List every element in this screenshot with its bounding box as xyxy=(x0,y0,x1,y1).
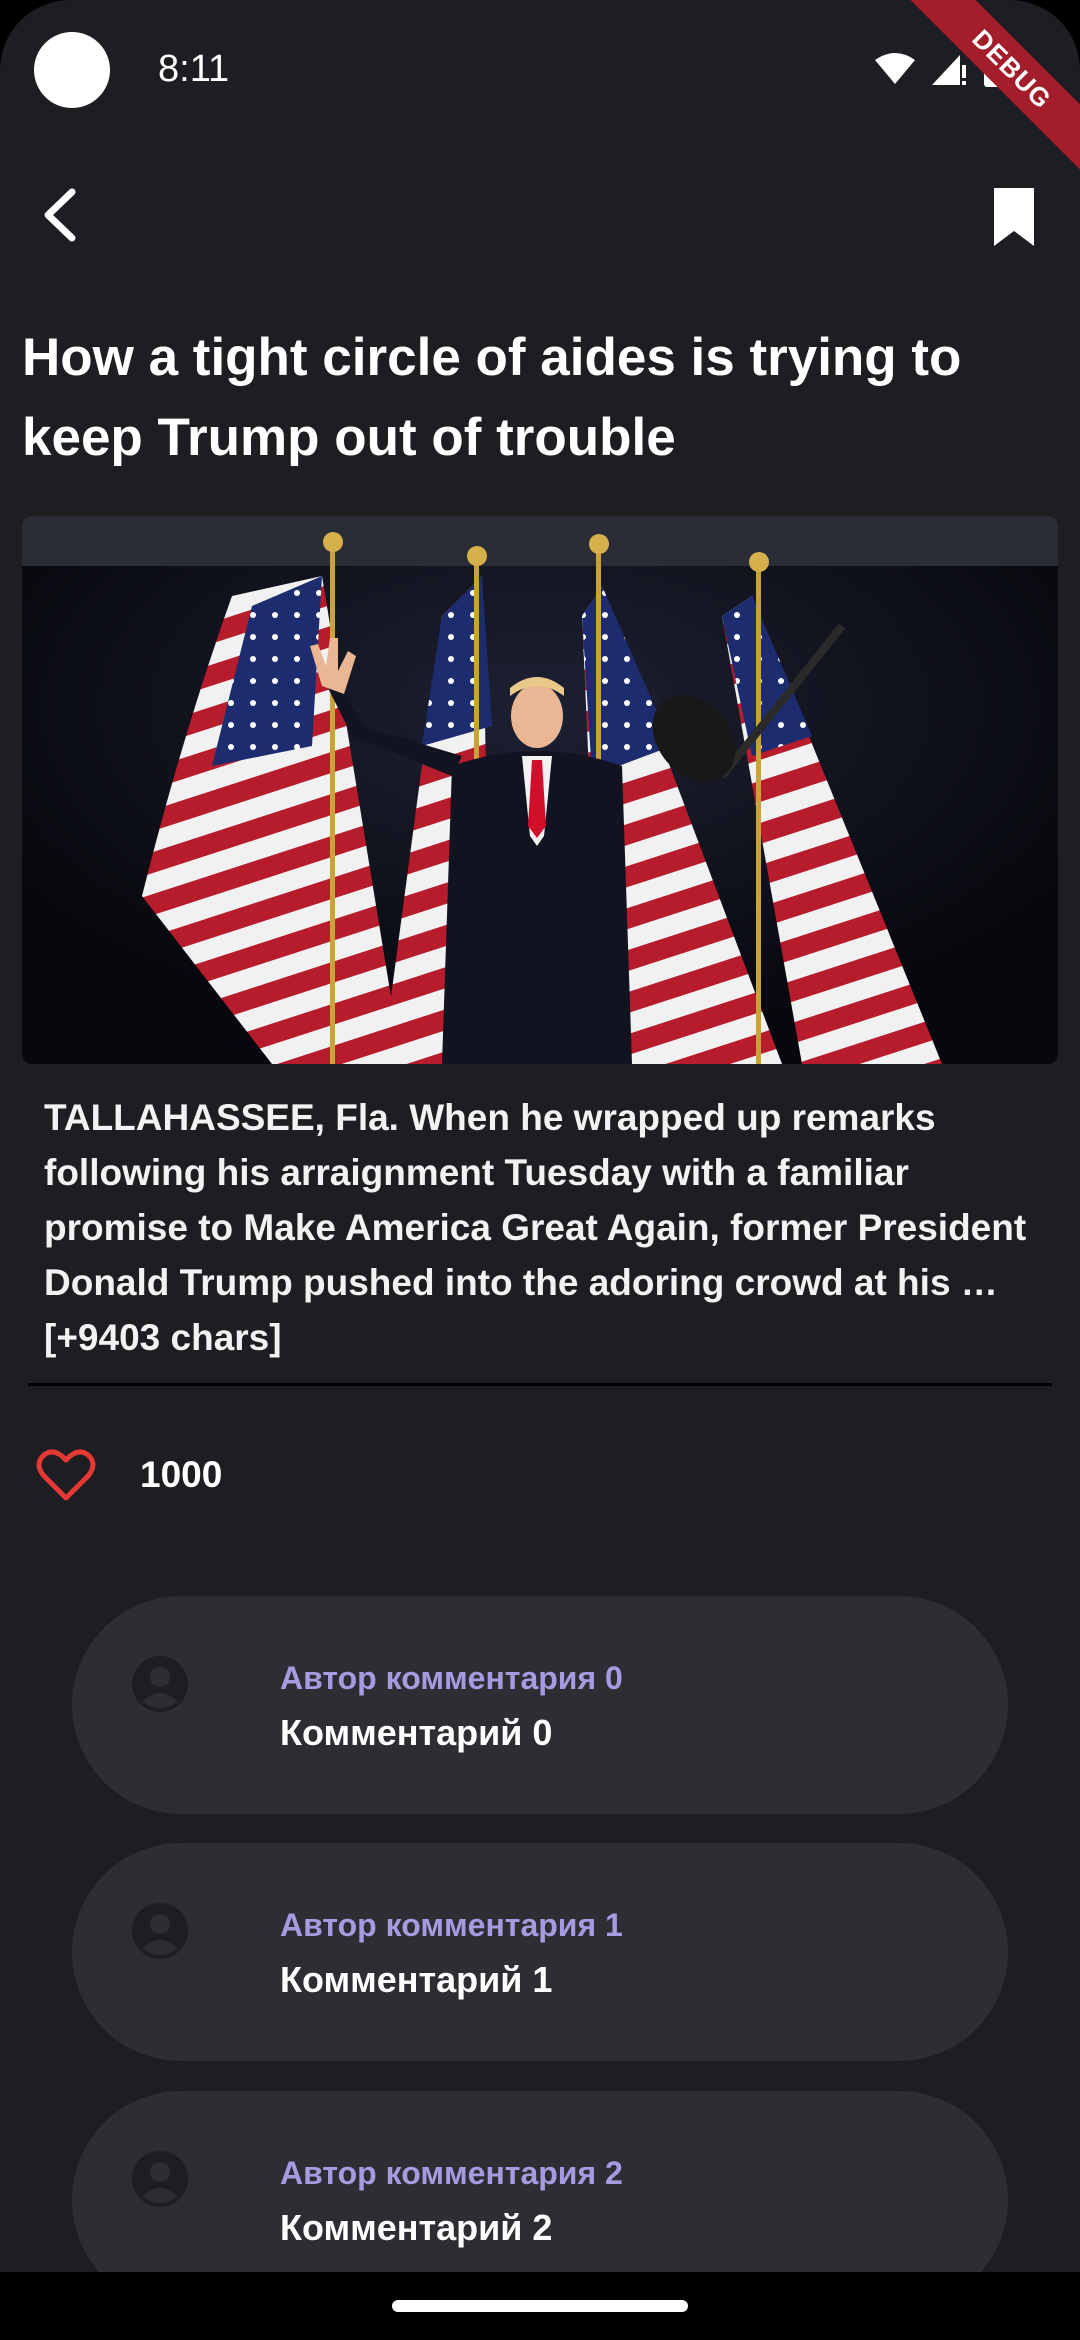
comment-card: Автор комментария 1 Комментарий 1 xyxy=(72,1843,1008,2061)
person-icon xyxy=(132,1656,188,1712)
person-icon xyxy=(132,2151,188,2207)
comment-author: Автор комментария 0 xyxy=(280,1660,623,1696)
screen: 8:11 DEBUG How a tight circle of aides i… xyxy=(0,0,1080,2340)
bookmark-icon[interactable] xyxy=(984,184,1044,250)
signal-icon xyxy=(932,55,966,85)
article-body: TALLAHASSEE, Fla. When he wrapped up rem… xyxy=(44,1097,1027,1358)
comment-author: Автор комментария 1 xyxy=(280,1907,623,1943)
home-indicator[interactable] xyxy=(392,2300,688,2312)
back-arrow-icon[interactable] xyxy=(28,180,98,250)
comment-author: Автор комментария 2 xyxy=(280,2155,623,2191)
status-bar: 8:11 DEBUG xyxy=(0,0,1080,199)
heart-outline-icon[interactable] xyxy=(36,1448,96,1502)
comment-text: Комментарий 0 xyxy=(280,1712,553,1753)
article-image xyxy=(22,516,1058,1064)
camera-cutout xyxy=(34,32,110,108)
comment-card: Автор комментария 0 Комментарий 0 xyxy=(72,1596,1008,1814)
status-time: 8:11 xyxy=(158,48,230,90)
comment-text: Комментарий 1 xyxy=(280,1959,553,2000)
divider xyxy=(28,1383,1052,1386)
app-bar xyxy=(0,140,1080,290)
like-count: 1000 xyxy=(140,1454,223,1495)
comment-text: Комментарий 2 xyxy=(280,2207,553,2248)
person-icon xyxy=(132,1903,188,1959)
like-row: 1000 xyxy=(36,1440,222,1510)
wifi-icon xyxy=(875,53,915,84)
article-title: How a tight circle of aides is trying to… xyxy=(22,328,962,467)
